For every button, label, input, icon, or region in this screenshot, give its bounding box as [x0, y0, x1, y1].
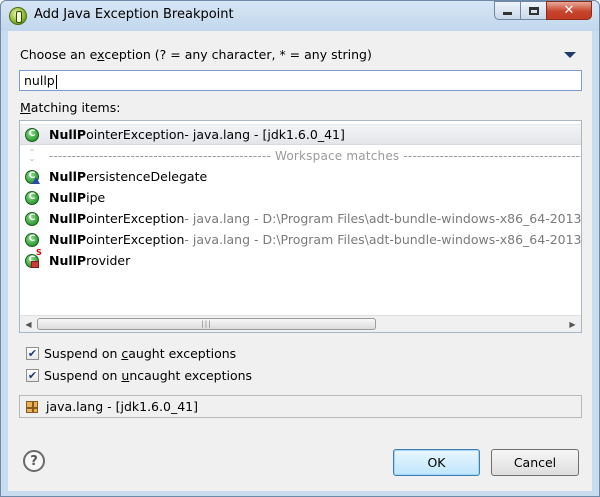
class-icon: C	[25, 232, 39, 247]
filter-label: Choose an exception (? = any character, …	[20, 47, 372, 62]
separator-icon: ⌃ ⌄	[28, 147, 36, 163]
class-abstract-icon: C	[25, 169, 40, 184]
matching-items-label: Matching items:	[20, 100, 121, 115]
workspace-matches-separator: ⌃ ⌄ -------------------------------------…	[20, 145, 581, 166]
scrollbar-thumb[interactable]: |||	[37, 318, 376, 330]
view-menu-icon[interactable]	[564, 52, 576, 58]
list-item[interactable]: C NullP ointerException - java.lang - D:\…	[20, 229, 581, 250]
close-icon: ✕	[563, 3, 575, 18]
suspend-caught-option[interactable]: ✔ Suspend on caught exceptions	[26, 346, 236, 361]
list-item[interactable]: CS NullProvider	[20, 248, 581, 271]
title-bar[interactable]: Add Java Exception Breakpoint ✕	[1, 1, 599, 31]
matching-items-list[interactable]: C NullP ointerException - java.lang - [jd…	[19, 120, 582, 333]
minimize-button[interactable]	[494, 1, 521, 20]
maximize-button[interactable]	[520, 1, 547, 20]
dialog-window: Add Java Exception Breakpoint ✕ Choose a…	[0, 0, 600, 497]
maximize-icon	[528, 6, 539, 15]
horizontal-scrollbar[interactable]: ◀ ||| ▶	[20, 315, 581, 332]
class-icon: C	[25, 190, 39, 205]
scroll-left-icon[interactable]: ◀	[20, 316, 37, 332]
status-text: java.lang - [jdk1.6.0_41]	[46, 399, 198, 414]
suspend-caught-checkbox[interactable]: ✔	[26, 347, 39, 360]
window-title: Add Java Exception Breakpoint	[34, 7, 234, 22]
help-icon[interactable]: ?	[23, 450, 45, 472]
minimize-icon	[503, 12, 512, 15]
dialog-client-area: Choose an exception (? = any character, …	[8, 31, 592, 491]
suspend-uncaught-checkbox[interactable]: ✔	[26, 369, 39, 382]
list-item[interactable]: C NullP ersistenceDelegate	[20, 166, 581, 187]
text-caret	[55, 74, 57, 89]
ok-button[interactable]: OK	[393, 449, 480, 476]
class-icon: C	[25, 127, 39, 142]
eclipse-debug-icon	[9, 7, 27, 25]
selection-status-bar: java.lang - [jdk1.6.0_41]	[19, 395, 582, 418]
class-icon: C	[25, 211, 39, 226]
list-item[interactable]: C NullP ointerException - java.lang - [jd…	[20, 124, 581, 145]
close-button[interactable]: ✕	[546, 1, 592, 20]
list-item[interactable]: C NullP ointerException - java.lang - D:\…	[20, 208, 581, 229]
package-icon	[26, 400, 38, 413]
exception-filter-input[interactable]: nullp	[19, 70, 582, 91]
scroll-right-icon[interactable]: ▶	[564, 316, 581, 332]
cancel-button[interactable]: Cancel	[491, 449, 579, 476]
list-item[interactable]: C NullP ipe	[20, 187, 581, 208]
class-private-static-icon: CS	[25, 248, 42, 268]
suspend-uncaught-option[interactable]: ✔ Suspend on uncaught exceptions	[26, 368, 252, 383]
